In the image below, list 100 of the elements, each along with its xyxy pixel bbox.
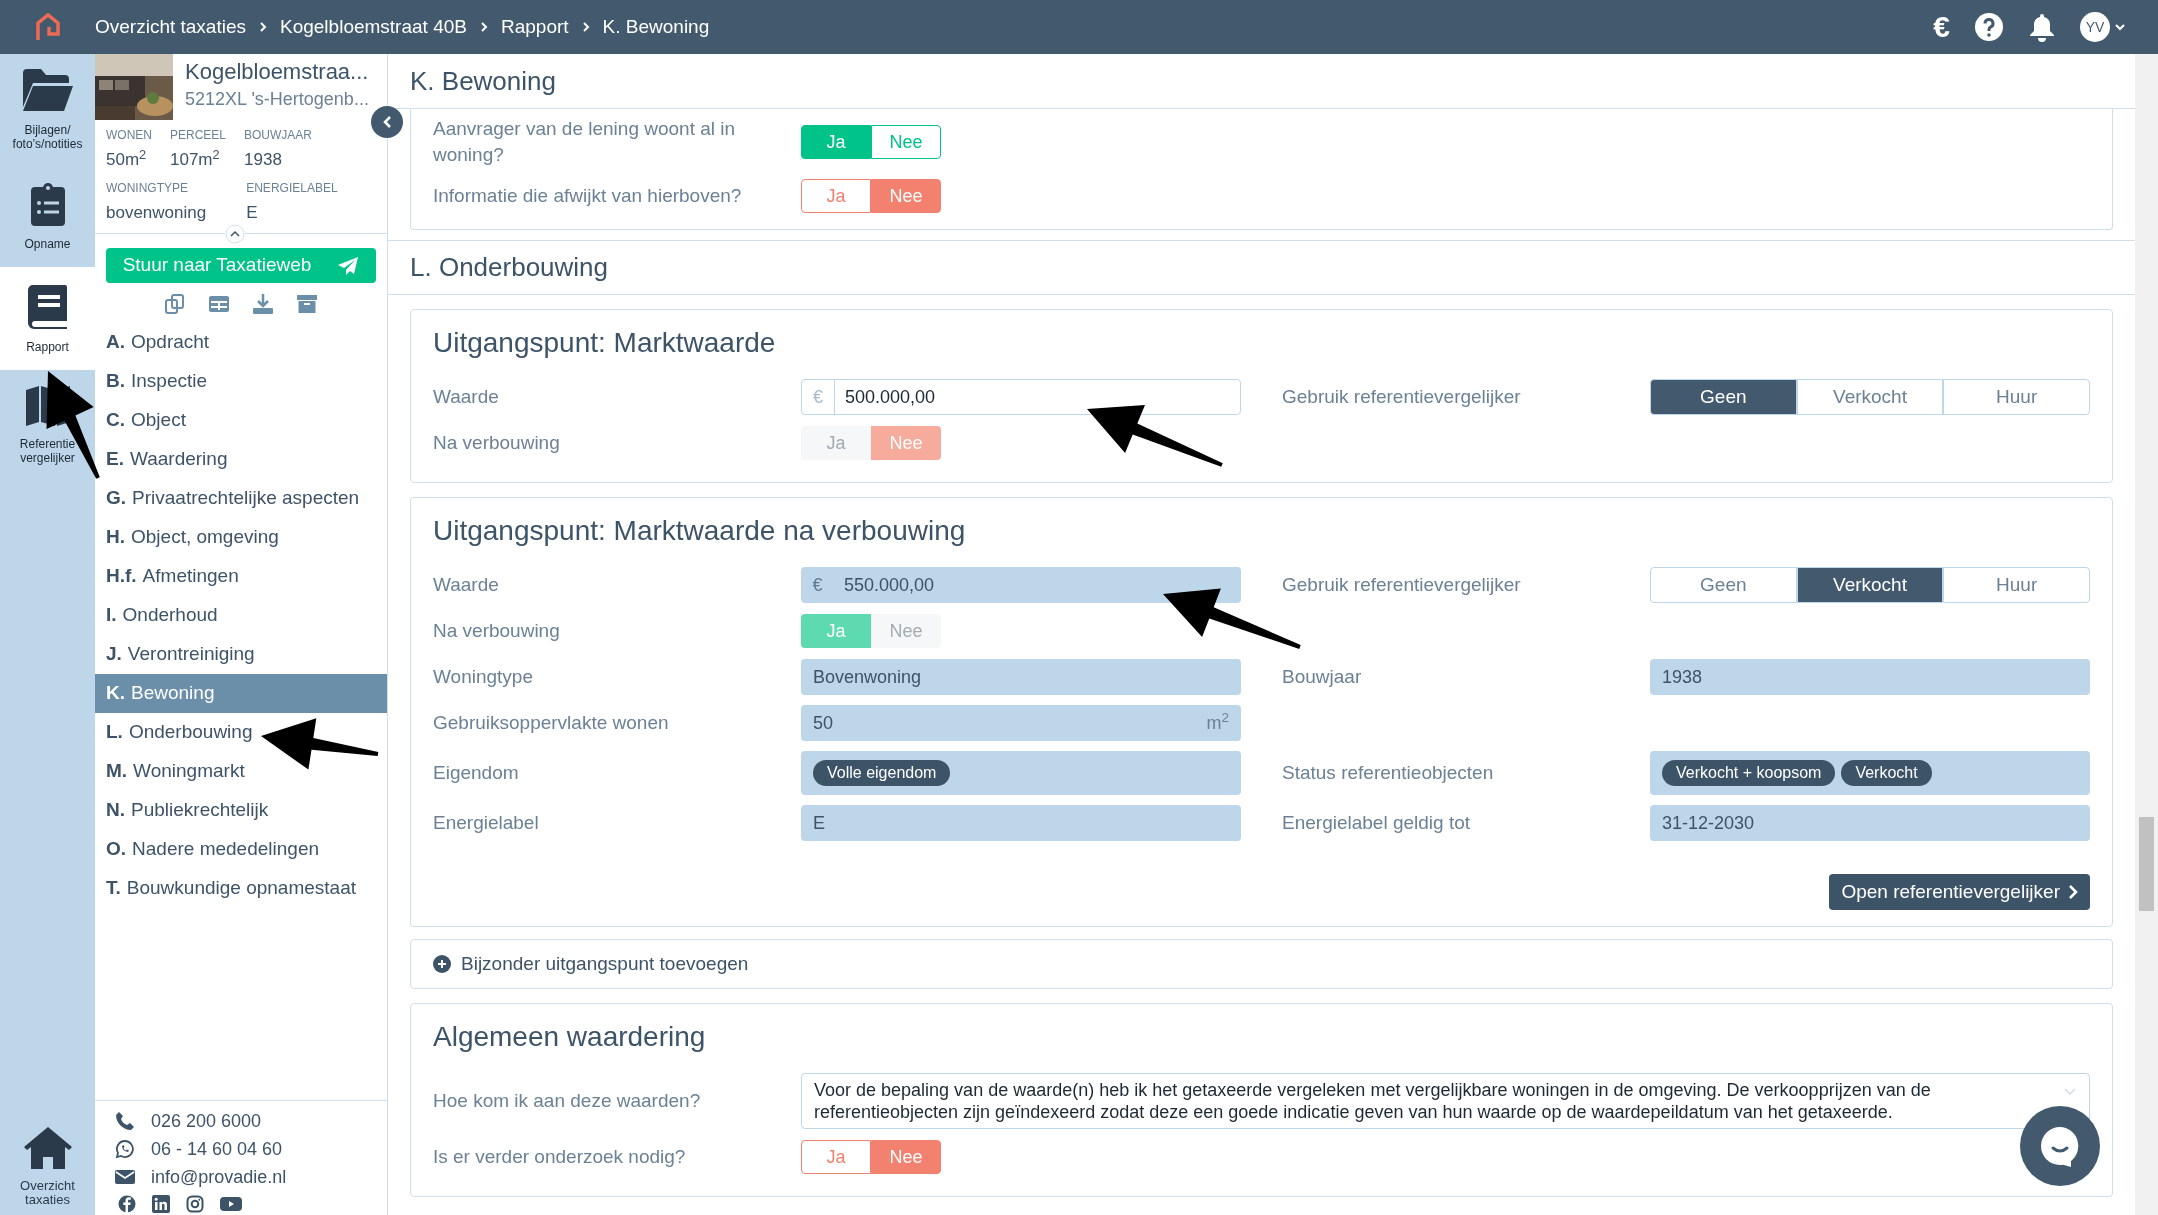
youtube-icon[interactable] [220,1195,242,1213]
copy-icon[interactable] [164,293,186,315]
send-icon [337,255,360,276]
facebook-icon[interactable] [118,1195,136,1213]
fact-label: BOUWJAAR [244,127,313,144]
field-label: Is er verder onderzoek nodig? [433,1145,687,1169]
field-label: Gebruik referentievergelijker [1281,385,1522,409]
breadcrumb-link[interactable]: Rapport [500,12,569,42]
fact-label: WONEN [106,127,152,144]
download-icon[interactable] [252,293,274,315]
tag: Verkocht + koopsom [1662,760,1836,786]
nav-item[interactable]: H.f. Afmetingen [95,557,387,596]
avatar: YV [2080,12,2110,42]
phone-number: 026 200 6000 [151,1109,262,1133]
nav-item[interactable]: N. Publiekrechtelijk [95,791,387,830]
clipboard-icon [29,180,66,227]
value-field: € 550.000,00 [801,567,1241,603]
segment-option[interactable]: Huur [1943,379,2090,415]
nav-item[interactable]: E. Waardering [95,440,387,479]
breadcrumb-link[interactable]: K. Bewoning [602,12,710,42]
user-menu[interactable]: YV [2080,12,2126,42]
whatsapp-icon [115,1139,135,1159]
collapse-sidebar-button[interactable] [371,106,403,138]
field-label: Energielabel [433,811,540,835]
plus-circle-icon [433,955,451,973]
segment-option[interactable]: Geen [1650,567,1797,603]
segment-option[interactable]: Huur [1943,567,2090,603]
field-label: Energielabel geldig tot [1281,811,1472,835]
segment-option[interactable]: Verkocht [1796,567,1944,603]
nav-item[interactable]: A. Opdracht [95,323,387,362]
field-label: Eigendom [433,761,520,785]
field-label: Waarde [433,385,500,409]
segment-option[interactable]: Verkocht [1796,379,1944,415]
caret-icon [2114,23,2126,31]
nav-item[interactable]: T. Bouwkundige opnamestaat [95,869,387,908]
fact-label: WONINGTYPE [106,179,189,197]
property-title: Kogelbloemstraa... [185,58,369,86]
field-label: Na verbouwing [433,431,561,455]
card-title: Algemeen waardering [432,1020,707,1054]
open-comparer-button[interactable]: Open referentievergelijker [1829,874,2090,910]
book-icon [26,283,69,330]
nav-item[interactable]: B. Inspectie [95,362,387,401]
breadcrumb-link[interactable]: Overzicht taxaties [95,12,246,42]
field-label: Gebruik referentievergelijker [1281,573,1522,597]
chevron-right-icon [2068,884,2078,900]
scrollbar-thumb[interactable] [2139,817,2154,911]
bell-icon[interactable] [2028,12,2056,42]
input-field: 50 m$^{2}$ [801,705,1241,741]
input-field: E [801,805,1241,841]
nav-item[interactable]: H. Object, omgeving [95,518,387,557]
scrollbar[interactable] [2135,54,2158,1215]
tag: Volle eigendom [813,760,951,786]
field-label: Status referentieobjecten [1281,761,1495,785]
input-field: 31-12-2030 [1650,805,2090,841]
nav-item[interactable]: L. Onderbouwing [95,713,387,752]
nav-item[interactable]: M. Woningmarkt [95,752,387,791]
fact-value: 107m$^{2}$ [170,145,221,171]
nav-item[interactable]: G. Privaatrechtelijke aspecten [95,479,387,518]
breadcrumb-link[interactable]: Kogelbloemstraat 40B [280,12,467,42]
euro-icon[interactable]: € [1933,12,1950,42]
segment-option[interactable]: Geen [1650,379,1797,415]
nav-item[interactable]: J. Verontreiniging [95,635,387,674]
fact-value: 50m$^{2}$ [106,145,148,171]
card-title: Uitgangspunt: Marktwaarde [432,326,777,360]
help-icon[interactable] [1974,12,2004,42]
nav-item[interactable]: O. Nadere mededelingen [95,830,387,869]
nav-item[interactable]: I. Onderhoud [95,596,387,635]
fact-value: bovenwoning [106,201,207,224]
field-label: Na verbouwing [433,619,561,643]
rail-item[interactable]: Rapport [0,267,95,370]
archive-icon[interactable] [296,293,318,315]
fact-value: 1938 [244,149,283,171]
field-label: Aanvrager van de lening woont al in woning? [433,117,737,167]
email-link[interactable]: info@provadie.nl [151,1163,287,1191]
value-field[interactable]: € 500.000,00 [801,379,1241,415]
chevron-right-icon [580,20,591,34]
field-label: Hoe kom ik aan deze waarden? [433,1089,702,1113]
mail-icon [115,1169,135,1185]
add-link[interactable]: Bijzonder uitgangspunt toevoegen [411,949,749,979]
fact-value: E [246,201,259,224]
chevron-right-icon [478,20,489,34]
rail-item[interactable]: Overzicht taxaties [0,1125,95,1215]
field-label: Waarde [433,573,500,597]
card-title: Uitgangspunt: Marktwaarde na verbouwing [432,514,967,548]
logo-icon[interactable] [34,12,61,42]
linkedin-icon[interactable] [152,1195,170,1213]
folder-icon [20,67,75,113]
table-icon[interactable] [208,293,230,315]
field-label: Bouwjaar [1281,665,1363,689]
collapse-icon[interactable] [225,224,245,244]
section-heading: K. Bewoning [410,64,556,98]
tag: Verkocht [1841,760,1932,786]
instagram-icon[interactable] [186,1195,204,1213]
section-heading: L. Onderbouwing [410,251,609,284]
text-area-value: Voor de bepaling van de waarde(n) heb ik het getaxeerde vergeleken met vergelijkbare woningen in de omgeving. De verkoopprijzen van de referentieobjecten zijn geïndexeerd zodat deze een goede indicatie geven van hun waarde op de waardepeildatum van het getaxeerde. [814,1079,1932,1123]
field-label: Informatie die afwijkt van hierboven? [433,184,743,208]
nav-item[interactable]: C. Object [95,401,387,440]
chevron-left-icon [381,115,393,129]
input-field: 1938 [1650,659,2090,695]
fact-label: PERCEEL [170,127,227,144]
